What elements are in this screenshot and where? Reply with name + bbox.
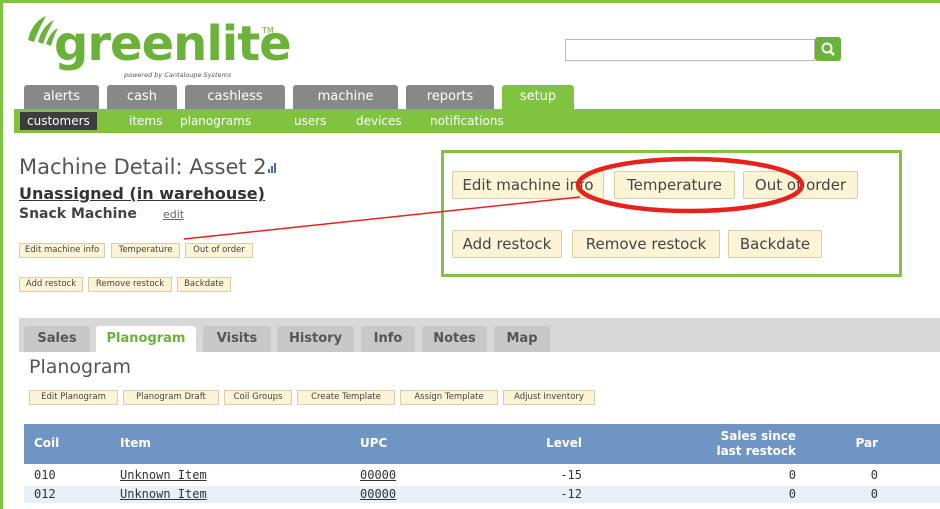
table-row: 012 Unknown Item 00000 -12 0 0: [24, 486, 940, 503]
cell-sales: 0: [788, 468, 796, 482]
tab-history[interactable]: History: [277, 326, 354, 352]
cell-upc-link[interactable]: 00000: [360, 468, 396, 482]
column-header-item[interactable]: Item: [120, 436, 151, 450]
cell-item-link[interactable]: Unknown Item: [120, 487, 207, 501]
table-row: 010 Unknown Item 00000 -15 0 0: [24, 467, 940, 484]
coil-groups-button[interactable]: Coil Groups: [224, 390, 292, 405]
planogram-draft-button[interactable]: Planogram Draft: [123, 390, 219, 405]
tab-map[interactable]: Map: [494, 326, 550, 352]
create-template-button[interactable]: Create Template: [297, 390, 395, 405]
cell-coil: 012: [34, 487, 56, 501]
tab-info[interactable]: Info: [361, 326, 415, 352]
cell-sales: 0: [788, 487, 796, 501]
table-header: Coil Item UPC Level Sales since last res…: [24, 424, 940, 464]
cell-item-link[interactable]: Unknown Item: [120, 468, 207, 482]
column-header-coil[interactable]: Coil: [34, 436, 59, 450]
cell-level: -12: [560, 487, 582, 501]
tab-sales[interactable]: Sales: [24, 326, 90, 352]
column-header-sales-line2[interactable]: last restock: [664, 444, 796, 458]
cell-coil: 010: [34, 468, 56, 482]
cell-par: 0: [870, 487, 878, 501]
edit-planogram-button[interactable]: Edit Planogram: [29, 390, 118, 405]
assign-template-button[interactable]: Assign Template: [400, 390, 498, 405]
tab-notes[interactable]: Notes: [422, 326, 487, 352]
cell-level: -15: [560, 468, 582, 482]
column-header-sales-line1[interactable]: Sales since: [664, 429, 796, 443]
column-header-upc[interactable]: UPC: [360, 436, 387, 450]
planogram-title: Planogram: [29, 356, 132, 378]
adjust-inventory-button[interactable]: Adjust Inventory: [503, 390, 595, 405]
annotation-circle: [575, 156, 805, 214]
tab-visits[interactable]: Visits: [203, 326, 271, 352]
cell-upc-link[interactable]: 00000: [360, 487, 396, 501]
column-header-par[interactable]: Par: [804, 436, 879, 450]
tab-planogram[interactable]: Planogram: [96, 326, 196, 352]
annotation-line: [183, 196, 581, 240]
cell-par: 0: [870, 468, 878, 482]
column-header-level[interactable]: Level: [474, 436, 582, 450]
